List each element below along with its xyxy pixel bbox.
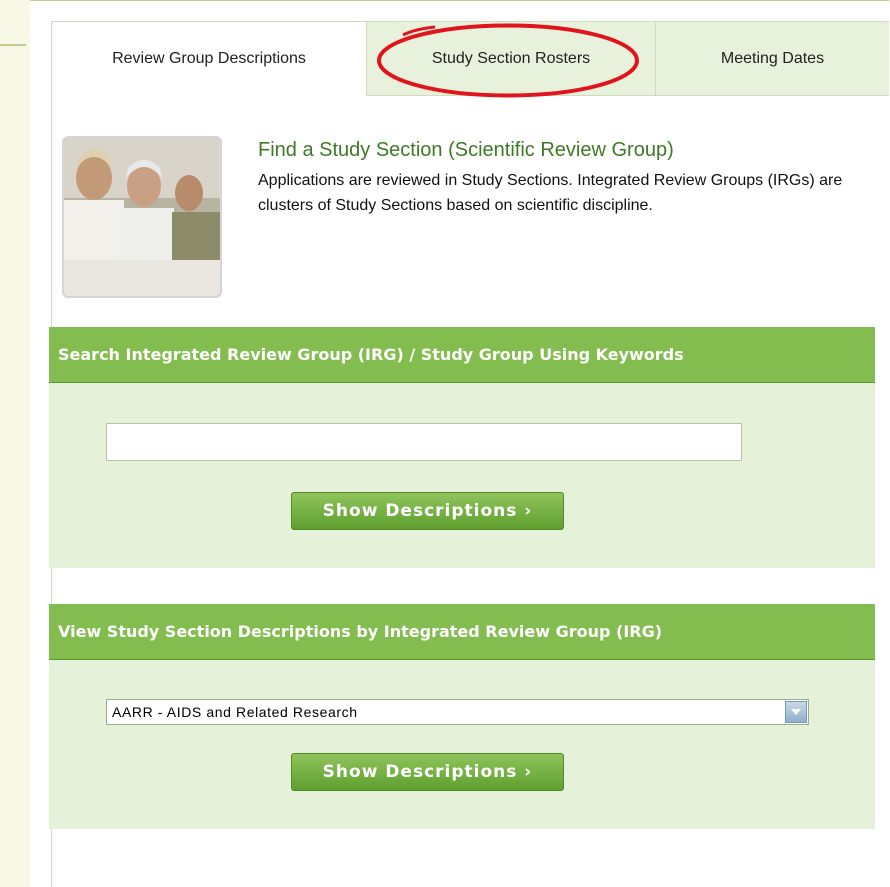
button-label: Show Descriptions ›	[322, 762, 533, 782]
irg-browse-header: View Study Section Descriptions by Integ…	[49, 604, 875, 660]
irg-browse-body	[49, 660, 875, 829]
keyword-search-input[interactable]	[106, 423, 742, 461]
irg-browse-heading: View Study Section Descriptions by Integ…	[58, 622, 663, 641]
show-descriptions-irg-button[interactable]: Show Descriptions ›	[291, 753, 564, 791]
tab-meeting-dates[interactable]: Meeting Dates	[655, 21, 889, 96]
irg-selected-option: AARR - AIDS and Related Research	[112, 704, 358, 720]
study-section-panel: Review Group Descriptions Study Section …	[30, 0, 889, 887]
irg-select[interactable]: AARR - AIDS and Related Research	[106, 699, 809, 725]
show-descriptions-button[interactable]: Show Descriptions ›	[291, 492, 564, 530]
keyword-search-heading: Search Integrated Review Group (IRG) / S…	[58, 345, 684, 364]
chevron-down-icon[interactable]	[785, 701, 807, 723]
tab-study-section-rosters[interactable]: Study Section Rosters	[366, 21, 656, 96]
left-page-strip	[0, 0, 31, 887]
keyword-search-body	[49, 383, 875, 568]
tab-label: Review Group Descriptions	[112, 50, 306, 67]
tab-review-group-descriptions[interactable]: Review Group Descriptions	[51, 21, 367, 96]
button-label: Show Descriptions ›	[322, 501, 533, 521]
intro-title: Find a Study Section (Scientific Review …	[258, 139, 674, 161]
left-strip-divider	[0, 44, 26, 46]
keyword-search-header: Search Integrated Review Group (IRG) / S…	[49, 327, 875, 383]
tab-label: Study Section Rosters	[431, 49, 591, 67]
review-meeting-photo	[62, 136, 222, 298]
tab-label: Meeting Dates	[720, 49, 825, 67]
intro-description: Applications are reviewed in Study Secti…	[258, 172, 843, 214]
